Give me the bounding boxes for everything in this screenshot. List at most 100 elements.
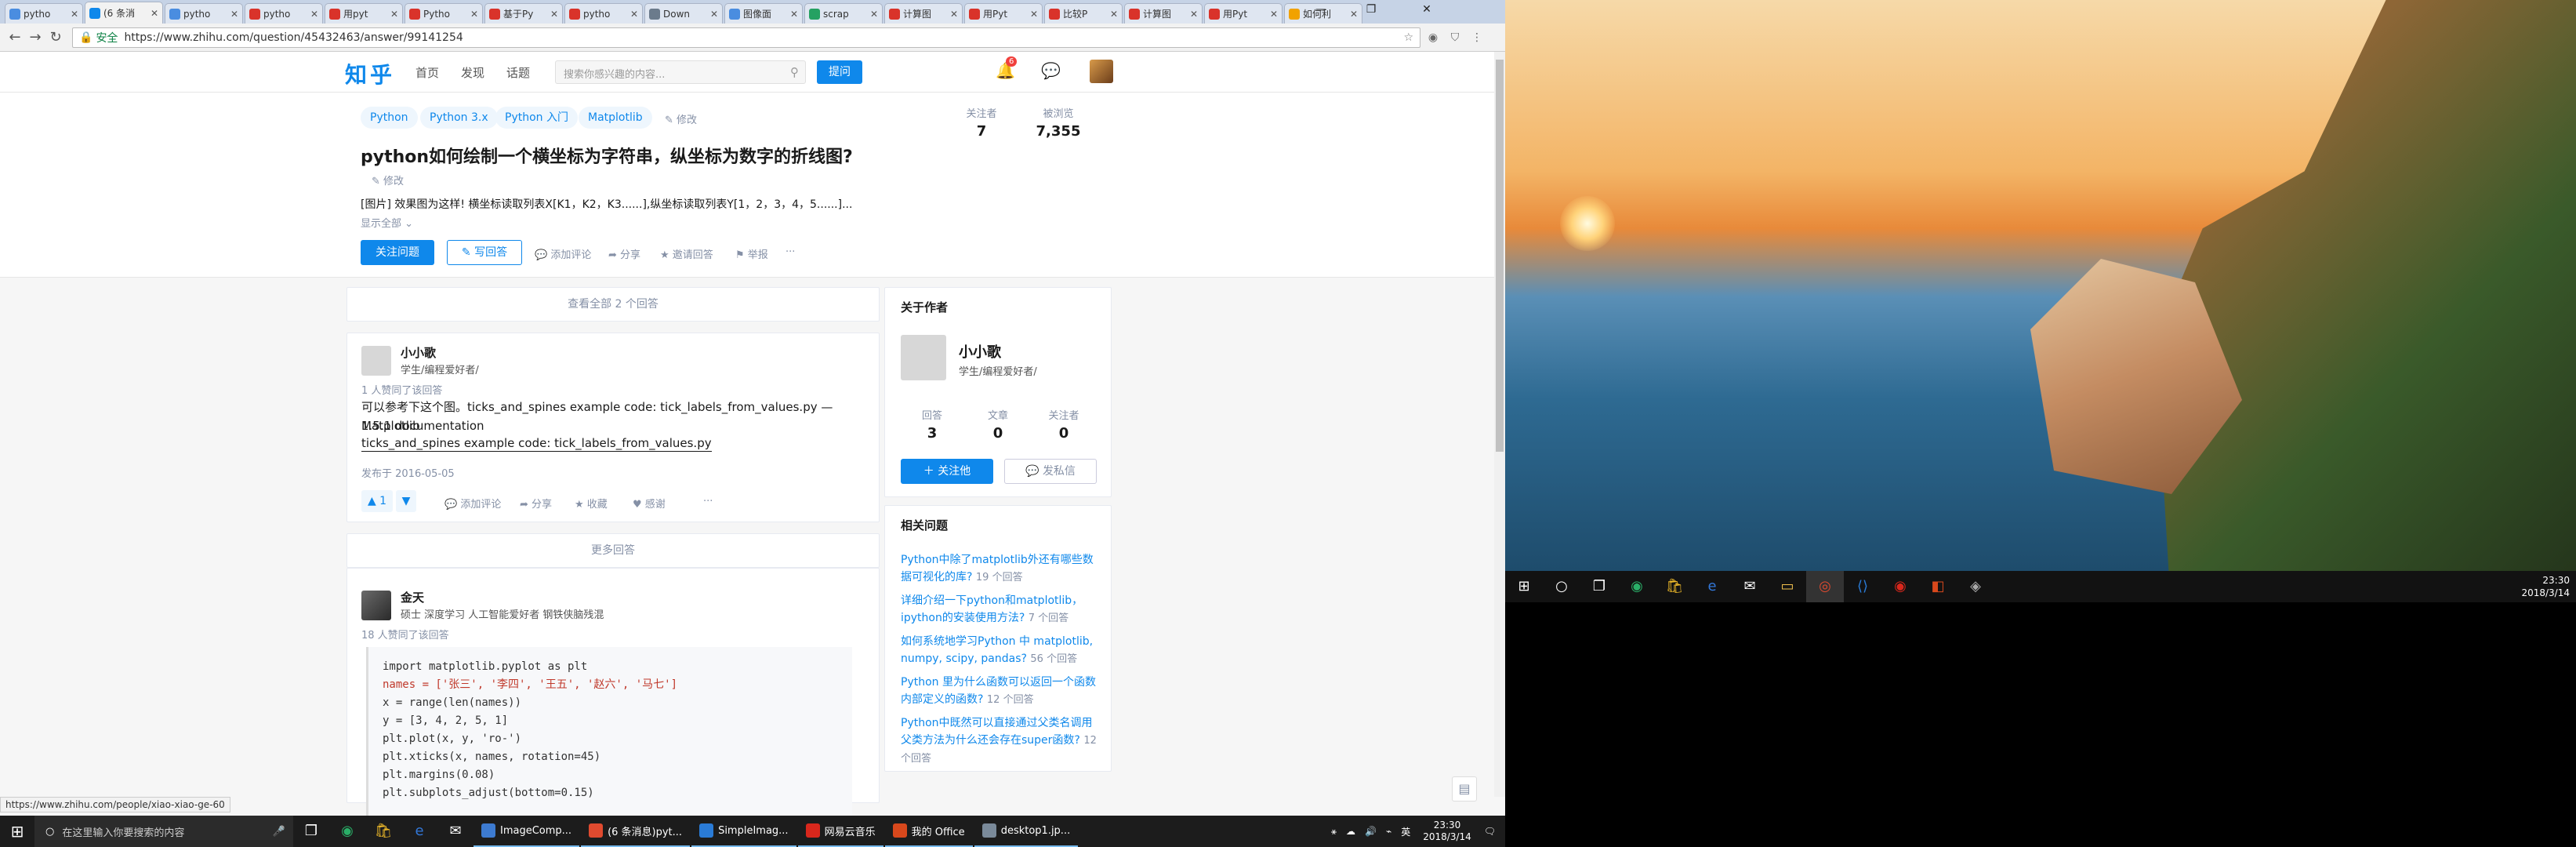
nav-discover[interactable]: 发现 [461,64,484,81]
related-question[interactable]: Python中除了matplotlib外还有哪些数据可视化的库? 19 个回答 [901,551,1097,587]
close-tab-icon[interactable]: ✕ [1270,9,1278,20]
related-question-text[interactable]: Python中既然可以直接通过父类名调用父类方法为什么还会存在super函数? [901,717,1093,747]
menu-icon[interactable]: ⋮ [1468,28,1486,47]
close-tab-icon[interactable]: ✕ [390,9,398,20]
invite-answer-button[interactable]: ★ 邀请回答 [660,246,713,261]
browser-tab[interactable]: 比较P ✕ [1044,3,1123,24]
avatar[interactable] [1090,60,1113,83]
scrollbar-thumb[interactable] [1496,60,1504,452]
browser-tab[interactable]: pytho ✕ [165,3,243,24]
topic-tag[interactable]: Python 入门 [495,107,578,129]
share-button[interactable]: ➦ 分享 [520,496,552,511]
browser-tab[interactable]: scrap ✕ [804,3,883,24]
tray-icon[interactable]: ☁ [1346,826,1355,837]
topic-tag[interactable]: Python [361,107,418,129]
feedback-icon[interactable]: ▤ [1452,776,1477,802]
edge-icon[interactable]: e [1693,571,1731,602]
taskbar-search-input[interactable]: ○ 在这里输入你要搜索的内容 🎤 [34,816,293,847]
browser-tab[interactable]: pytho ✕ [245,3,323,24]
close-tab-icon[interactable]: ✕ [790,9,798,20]
related-question[interactable]: Python 里为什么函数可以返回一个函数内部定义的函数? 12 个回答 [901,674,1097,709]
taskbar-clock[interactable]: 23:30 2018/3/14 [1423,820,1471,843]
netease-music-icon[interactable]: ◉ [1881,571,1919,602]
tray-icon[interactable]: ⚹ [1331,826,1337,838]
close-tab-icon[interactable]: ✕ [950,9,958,20]
windows-start-icon[interactable]: ⊞ [0,816,34,847]
taskbar-app[interactable]: ImageComp... [473,816,580,847]
author-name[interactable]: 小小歌 [401,344,436,361]
task-view-icon[interactable]: ❐ [293,816,329,847]
nav-topics[interactable]: 话题 [506,64,530,81]
add-comment-button[interactable]: 💬 添加评论 [444,496,501,511]
taskbar-app[interactable]: (6 条消息)pyt... [581,816,691,847]
network-icon[interactable]: ⌁ [1386,826,1391,837]
thank-button[interactable]: ♥ 感谢 [633,496,666,511]
collect-button[interactable]: ★ 收藏 [575,496,608,511]
cortana-icon[interactable]: ○ [1543,571,1580,602]
mail-icon[interactable]: ✉ [1731,571,1769,602]
task-view-icon[interactable]: ❐ [1580,571,1618,602]
forward-icon[interactable]: → [25,27,45,48]
browser-tab[interactable]: 用Pyt ✕ [1204,3,1283,24]
close-tab-icon[interactable]: ✕ [1030,9,1038,20]
upvote-button[interactable]: ▲ 1 [361,490,393,512]
view-all-answers-link[interactable]: 查看全部 2 个回答 [346,287,880,322]
browser-tab[interactable]: 计算图 ✕ [1124,3,1203,24]
topic-tag[interactable]: Python 3.x [420,107,498,129]
author-avatar[interactable] [361,346,391,376]
ime-indicator[interactable]: 英 [1401,825,1410,838]
modify-question-button[interactable]: ✎ 修改 [372,173,404,187]
url-input[interactable]: 🔒 安全 https://www.zhihu.com/question/4543… [72,27,1420,48]
maximize-icon[interactable]: ❐ [1353,0,1389,19]
browser-tab[interactable]: Pytho ✕ [405,3,483,24]
close-window-icon[interactable]: ✕ [1403,0,1450,19]
vscode-icon[interactable]: ⟨⟩ [1844,571,1881,602]
close-tab-icon[interactable]: ✕ [550,9,558,20]
chrome-icon[interactable]: ◎ [1806,571,1844,602]
more-options-button[interactable]: ··· [703,496,713,507]
close-tab-icon[interactable]: ✕ [310,9,318,20]
secondary-clock[interactable]: 23:30 2018/3/14 [2521,574,2570,599]
close-tab-icon[interactable]: ✕ [230,9,238,20]
office-icon[interactable]: ◧ [1919,571,1957,602]
ask-button[interactable]: 提问 [817,60,862,84]
browser-tab[interactable]: (6 条消 ✕ [85,2,163,24]
back-icon[interactable]: ← [5,27,25,48]
close-tab-icon[interactable]: ✕ [470,9,478,20]
more-options-button[interactable]: ··· [785,246,795,258]
file-explorer-icon[interactable]: ▭ [1769,571,1806,602]
answer-link[interactable]: ticks_and_spines example code: tick_labe… [361,435,712,452]
close-tab-icon[interactable]: ✕ [710,9,718,20]
taskbar-app[interactable]: SimpleImag... [691,816,796,847]
browser-tab[interactable]: 用pyt ✕ [325,3,403,24]
browser-tab[interactable]: pytho ✕ [564,3,643,24]
shield-icon[interactable]: ⛉ [1446,28,1464,47]
stat-answers[interactable]: 回答 3 [909,407,956,442]
stat-followers[interactable]: 关注者 0 [1040,407,1087,442]
store-icon[interactable]: 🛍 [1656,571,1693,602]
share-button[interactable]: ➦ 分享 [608,246,640,261]
message-icon[interactable]: 💬 [1041,61,1061,80]
volume-icon[interactable]: 🔊 [1365,826,1377,837]
browser-tab[interactable]: Down ✕ [644,3,723,24]
about-name[interactable]: 小小歌 [959,341,1001,362]
wechat-icon[interactable]: ◉ [329,816,365,847]
photos-icon[interactable]: ◈ [1957,571,1994,602]
related-question[interactable]: 如何系统地学习Python 中 matplotlib, numpy, scipy… [901,633,1097,668]
store-icon[interactable]: 🛍 [365,816,401,847]
close-tab-icon[interactable]: ✕ [151,8,158,19]
mail-icon[interactable]: ✉ [437,816,473,847]
follow-question-button[interactable]: 关注问题 [361,240,434,265]
modify-topics-button[interactable]: ✎ 修改 [665,111,697,126]
zhihu-logo[interactable]: 知乎 [345,58,395,89]
minimize-icon[interactable]: — [1303,0,1339,19]
extension-icon[interactable]: ◉ [1424,28,1442,47]
browser-tab[interactable]: 用Pyt ✕ [964,3,1043,24]
microphone-icon[interactable]: 🎤 [273,826,285,838]
browser-tab[interactable]: 图像面 ✕ [724,3,803,24]
write-answer-button[interactable]: ✎ 写回答 [447,240,522,265]
downvote-button[interactable]: ▼ [396,490,416,512]
author-avatar[interactable] [901,335,946,380]
close-tab-icon[interactable]: ✕ [1110,9,1118,20]
search-icon[interactable]: ⚲ [790,65,799,79]
